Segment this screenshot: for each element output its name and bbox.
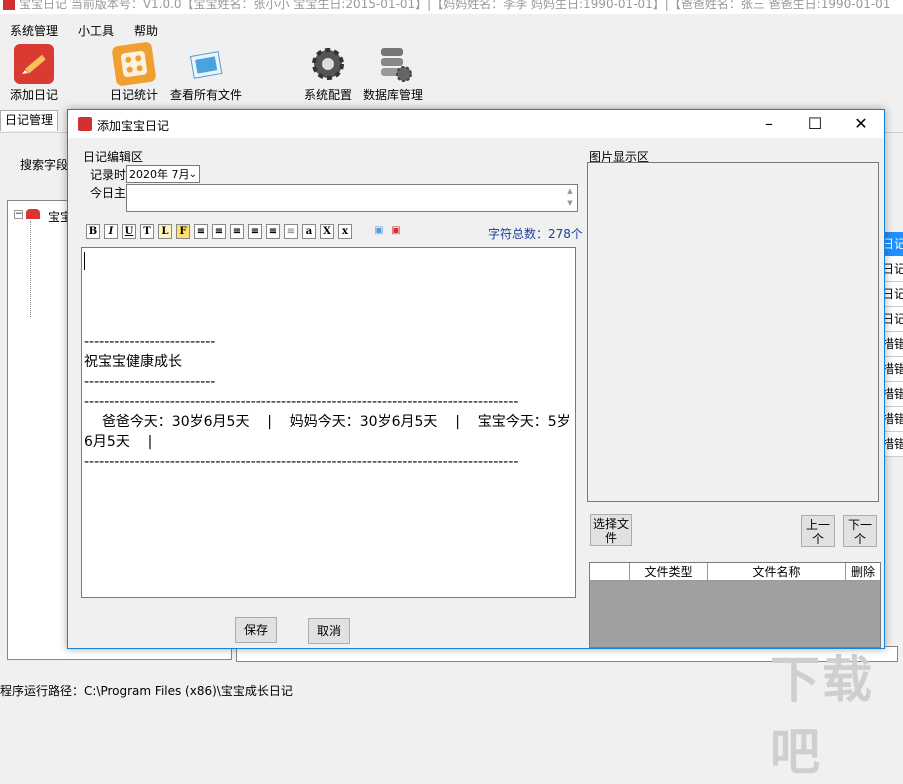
align-center-icon[interactable]: ≡ — [212, 224, 226, 239]
grid-cell[interactable]: 日记 — [882, 307, 903, 332]
view-files-label: 查看所有文件 — [169, 88, 242, 102]
edit-group-label: 日记编辑区 — [83, 150, 144, 164]
dialog-title-bar: 添加宝宝日记 – ☐ ✕ — [68, 110, 884, 138]
bold-icon[interactable]: B — [86, 224, 100, 239]
diary-stats-button[interactable]: 日记统计 — [108, 41, 160, 103]
maximize-button[interactable]: ☐ — [792, 110, 838, 138]
diary-editor[interactable]: -------------------------- 祝宝宝健康成长 -----… — [81, 247, 576, 598]
tree-collapse-toggle[interactable]: − — [14, 210, 23, 219]
dialog-app-icon — [78, 117, 92, 131]
menu-tools[interactable]: 小工具 — [78, 22, 114, 39]
grid-cell[interactable]: 日记 — [882, 282, 903, 307]
main-title-bar: 宝宝日记 当前版本号：V1.0.0【宝宝姓名：张小小 宝宝生日:2015-01-… — [0, 0, 903, 14]
chevron-down-icon: ⌄ — [188, 169, 197, 180]
table-header-blank — [590, 563, 630, 581]
table-header-file-type[interactable]: 文件类型 — [630, 563, 708, 581]
watermark: 下载吧 — [770, 651, 874, 781]
cancel-button[interactable]: 取消 — [308, 618, 350, 644]
status-path: 程序运行路径：C:\Program Files (x86)\宝宝成长日记 — [0, 684, 293, 698]
minimize-button[interactable]: – — [746, 110, 792, 138]
font-color-icon[interactable]: L — [158, 224, 172, 239]
choose-file-button[interactable]: 选择文件 — [590, 514, 632, 546]
subscript-icon[interactable]: a — [302, 224, 316, 239]
grid-cell[interactable]: 措错 — [882, 407, 903, 432]
db-manage-label: 数据库管理 — [362, 88, 423, 102]
list-icon[interactable]: ≡ — [284, 224, 298, 239]
subject-input[interactable]: ▲ ▼ — [126, 184, 578, 212]
tab-diary-manage[interactable]: 日记管理 — [0, 110, 58, 131]
record-date-picker[interactable]: 2020年 7月 ⌄ — [126, 165, 200, 183]
outdent-icon[interactable]: ≡ — [266, 224, 280, 239]
add-diary-label: 添加日记 — [9, 88, 58, 102]
database-icon — [373, 44, 413, 84]
db-manage-button[interactable]: 数据库管理 — [360, 44, 426, 103]
menu-bar: 系统管理 小工具 帮助 — [0, 14, 903, 44]
save-button[interactable]: 保存 — [235, 617, 277, 643]
pictures-icon — [186, 44, 226, 84]
italic-icon[interactable]: I — [104, 224, 118, 239]
insert-image-icon[interactable]: ▣ — [373, 224, 385, 237]
char-count: 字符总数：278个 — [488, 227, 583, 241]
editor-content: -------------------------- 祝宝宝健康成长 -----… — [84, 334, 571, 470]
align-left-icon[interactable]: ≡ — [194, 224, 208, 239]
add-diary-button[interactable]: 添加日记 — [8, 44, 60, 103]
system-config-button[interactable]: 系统配置 — [302, 44, 354, 103]
file-table[interactable]: 文件类型 文件名称 删除 — [589, 562, 881, 648]
grid-cell[interactable]: 措错 — [882, 382, 903, 407]
indent-icon[interactable]: ≡ — [248, 224, 262, 239]
app-icon — [3, 0, 15, 10]
table-header-file-name[interactable]: 文件名称 — [708, 563, 846, 581]
tree-line — [30, 221, 32, 317]
record-date-value: 2020年 7月 — [129, 168, 190, 181]
grid-cell[interactable]: 日记 — [882, 232, 903, 257]
stats-icon — [111, 41, 157, 87]
main-title-text: 宝宝日记 当前版本号：V1.0.0【宝宝姓名：张小小 宝宝生日:2015-01-… — [19, 0, 891, 11]
tree-root-icon — [26, 209, 40, 219]
dialog-title: 添加宝宝日记 — [97, 119, 170, 133]
toolbar: 添加日记 日记统计 查看所有文件 系统配置 数据库管理 — [0, 41, 903, 108]
grid-cell[interactable]: 措错 — [882, 332, 903, 357]
record-time-label: 记录时 — [90, 168, 127, 182]
search-label: 搜索字段 — [20, 158, 69, 172]
diary-stats-label: 日记统计 — [109, 88, 158, 102]
subject-scrollbar[interactable]: ▲ ▼ — [563, 185, 577, 211]
pencil-icon — [14, 44, 54, 84]
subject-label: 今日主 — [90, 186, 127, 200]
superscript-icon[interactable]: X — [320, 224, 334, 239]
highlight-icon[interactable]: F — [176, 224, 190, 239]
grid-cell[interactable]: 日记 — [882, 257, 903, 282]
add-diary-dialog: 添加宝宝日记 – ☐ ✕ 日记编辑区 记录时 2020年 7月 ⌄ 今日主 ▲ ▼… — [67, 109, 885, 649]
table-header-delete[interactable]: 删除 — [846, 563, 880, 581]
close-button[interactable]: ✕ — [838, 110, 884, 138]
underline-icon[interactable]: U — [122, 224, 136, 239]
strikethrough-icon[interactable]: T — [140, 224, 154, 239]
grid-cell[interactable]: 措错 — [882, 357, 903, 382]
next-image-button[interactable]: 下一个 — [843, 515, 877, 547]
prev-image-button[interactable]: 上一个 — [801, 515, 835, 547]
delete-icon[interactable]: ▣ — [390, 224, 402, 237]
diary-grid: 日记 日记 日记 日记 措错 措错 措错 措错 措错 — [882, 232, 903, 457]
view-files-button[interactable]: 查看所有文件 — [168, 44, 244, 103]
align-right-icon[interactable]: ≡ — [230, 224, 244, 239]
image-display-area — [587, 162, 879, 502]
clear-format-icon[interactable]: x — [338, 224, 352, 239]
menu-help[interactable]: 帮助 — [134, 22, 158, 39]
menu-system[interactable]: 系统管理 — [10, 22, 58, 39]
grid-cell[interactable]: 措错 — [882, 432, 903, 457]
gear-icon — [308, 44, 348, 84]
system-config-label: 系统配置 — [303, 88, 352, 102]
